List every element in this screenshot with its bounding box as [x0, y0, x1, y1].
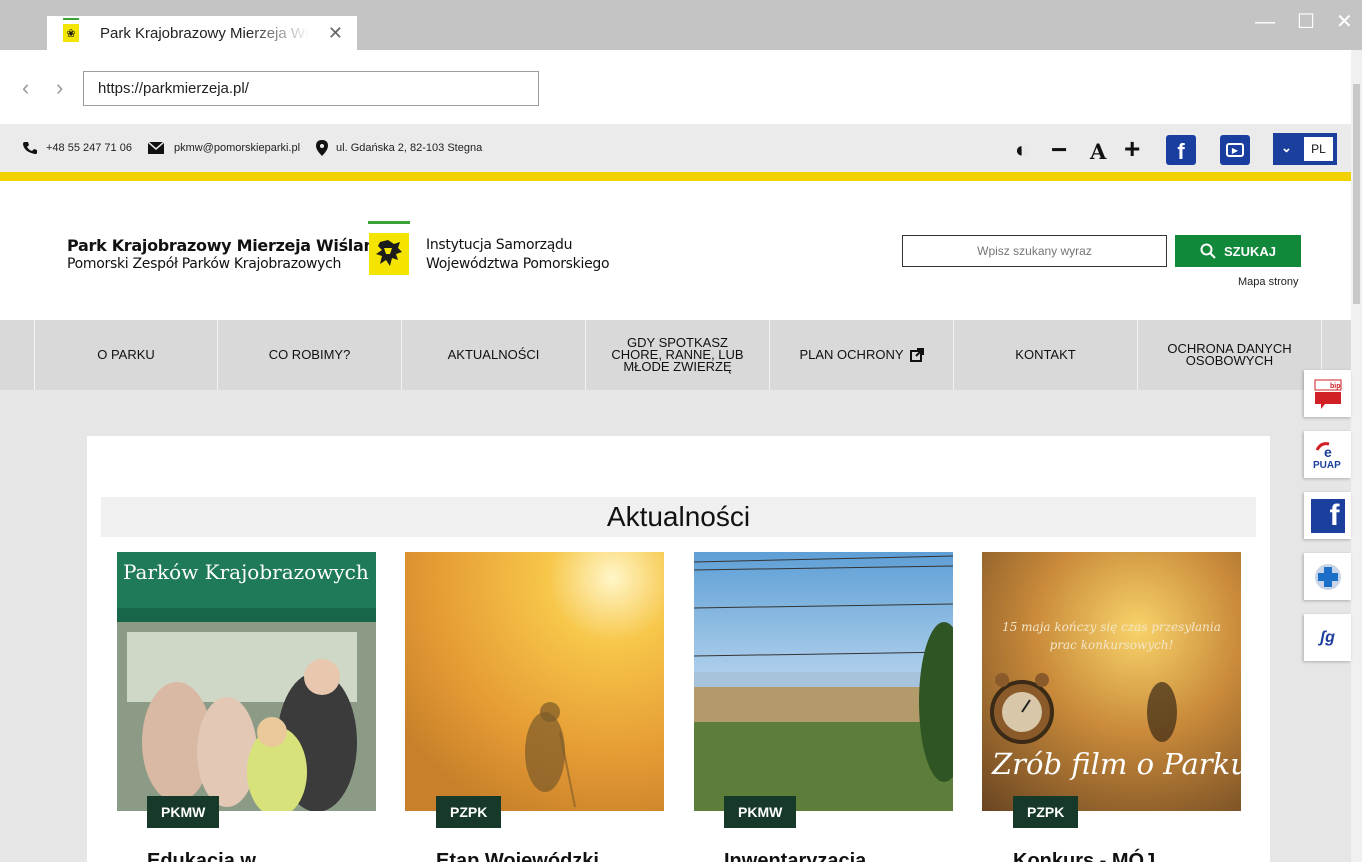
language-selector[interactable]: ⌄ PL — [1273, 133, 1337, 165]
address: ul. Gdańska 2, 82-103 Stegna — [336, 142, 483, 154]
font-decrease-button[interactable]: − — [1051, 134, 1067, 166]
contrast-toggle-icon[interactable]: ◐ — [1015, 137, 1028, 163]
facebook-icon[interactable]: f — [1166, 135, 1196, 165]
accent-stripe — [0, 172, 1351, 181]
search-button-label: SZUKAJ — [1223, 243, 1276, 259]
nav-item-plan-ochrony[interactable]: PLAN OCHRONY — [770, 320, 954, 390]
nav-item-label: PLAN OCHRONY — [799, 347, 904, 362]
site-topbar: +48 55 247 71 06 pkmw@pomorskieparki.pl … — [0, 124, 1351, 172]
facebook-side-icon: f — [1310, 498, 1345, 533]
window-close-icon[interactable]: ✕ — [1336, 12, 1353, 32]
contest-title-text: Zrób film o Parku — [992, 747, 1241, 781]
epuap-link[interactable]: e PUAP — [1304, 431, 1351, 478]
email-icon — [147, 142, 164, 154]
epuap-label: PUAP — [1313, 460, 1341, 470]
news-card-image[interactable] — [694, 552, 953, 811]
font-increase-button[interactable]: + — [1124, 133, 1140, 165]
news-photo-reeds — [694, 552, 953, 811]
location-pin-icon — [316, 140, 329, 156]
tab-title: Park Krajobrazowy Mierzeja Wiślana — [100, 24, 310, 42]
maximize-icon[interactable]: ☐ — [1297, 12, 1315, 32]
nav-item-co-robimy[interactable]: CO ROBIMY? — [218, 320, 402, 390]
search-input[interactable] — [902, 235, 1167, 267]
scrollbar-thumb[interactable] — [1353, 84, 1360, 304]
phone-icon — [23, 142, 37, 154]
chevron-down-icon: ⌄ — [1281, 140, 1292, 155]
card-tag[interactable]: PZPK — [1013, 796, 1079, 828]
nav-item-o-parku[interactable]: O PARKU — [34, 320, 218, 390]
forward-icon[interactable]: › — [56, 77, 63, 99]
contest-deadline-text: 15 maja kończy się czas przesyłania prac… — [1002, 620, 1221, 652]
institution-line2: Województwa Pomorskiego — [426, 256, 610, 272]
griffin-icon — [376, 240, 402, 266]
bip-icon: bip — [1314, 379, 1341, 409]
site-favicon-icon: ❀ — [63, 24, 79, 42]
nav-item-ochrona-danych[interactable]: OCHRONA DANYCH OSOBOWYCH — [1138, 320, 1322, 390]
external-link-icon — [909, 348, 924, 362]
email-link[interactable]: pkmw@pomorskieparki.pl — [174, 142, 300, 154]
news-card-image[interactable]: Parków Krajobrazowych — [117, 552, 376, 811]
card-tag[interactable]: PKMW — [147, 796, 220, 828]
site-subtitle: Pomorski Zespół Parków Krajobrazowych — [67, 256, 342, 272]
sign-language-icon: ʃg — [1320, 628, 1335, 646]
tab-close-icon[interactable]: ✕ — [328, 23, 343, 44]
institution-line1: Instytucja Samorządu — [426, 237, 573, 253]
facebook-side-link[interactable]: f — [1304, 492, 1351, 539]
language-code: PL — [1304, 137, 1333, 161]
browser-tab[interactable]: ❀ Park Krajobrazowy Mierzeja Wiślana ✕ — [47, 16, 357, 50]
section-title: Aktualności — [606, 501, 751, 532]
card-title[interactable]: Etap Wojewódzki — [436, 850, 599, 862]
page-scrollbar[interactable] — [1351, 50, 1362, 862]
nav-item-aktualnosci[interactable]: AKTUALNOŚCI — [402, 320, 586, 390]
epuap-icon: e PUAP — [1313, 441, 1341, 470]
image-banner-text: Parków Krajobrazowych — [123, 560, 369, 584]
card-tag[interactable]: PZPK — [436, 796, 502, 828]
nav-item-kontakt[interactable]: KONTAKT — [954, 320, 1138, 390]
news-photo-sunset — [405, 552, 664, 811]
main-nav: O PARKU CO ROBIMY? AKTUALNOŚCI GDY SPOTK… — [34, 320, 1322, 390]
search-icon — [1200, 243, 1216, 259]
contact-info: +48 55 247 71 06 pkmw@pomorskieparki.pl … — [22, 140, 498, 156]
phone-number[interactable]: +48 55 247 71 06 — [46, 142, 132, 154]
sign-language-link[interactable]: ʃg — [1304, 614, 1351, 661]
font-default-button[interactable]: A — [1090, 139, 1106, 164]
back-icon[interactable]: ‹ — [22, 77, 29, 99]
sitemap-link[interactable]: Mapa strony — [1238, 276, 1299, 288]
crest-accent-line — [368, 221, 410, 224]
bip-label: bip — [1330, 383, 1341, 390]
news-photo-education — [117, 552, 376, 811]
minimize-icon[interactable]: — — [1255, 12, 1275, 32]
youtube-icon[interactable]: ▶ — [1220, 135, 1250, 165]
card-tag[interactable]: PKMW — [724, 796, 797, 828]
card-title[interactable]: Inwentaryzacja — [724, 850, 866, 862]
nav-item-gdy-spotkasz[interactable]: GDY SPOTKASZ CHORE, RANNE, LUB MŁODE ZWI… — [586, 320, 770, 390]
search-button[interactable]: SZUKAJ — [1175, 235, 1301, 267]
url-input[interactable]: https://parkmierzeja.pl/ — [83, 71, 539, 106]
first-aid-link[interactable] — [1304, 553, 1351, 600]
news-card-image[interactable]: 15 maja kończy się czas przesyłania prac… — [982, 552, 1241, 811]
site-title[interactable]: Park Krajobrazowy Mierzeja Wiślana — [67, 236, 385, 255]
pomorskie-crest-logo[interactable] — [369, 233, 409, 275]
news-card-image[interactable] — [405, 552, 664, 811]
card-title[interactable]: Konkurs - MÓJ — [1013, 850, 1155, 862]
plus-cross-icon — [1314, 563, 1341, 590]
bip-link[interactable]: bip — [1304, 370, 1351, 417]
epuap-e: e — [1324, 444, 1332, 460]
card-title[interactable]: Edukacja w — [147, 850, 256, 862]
